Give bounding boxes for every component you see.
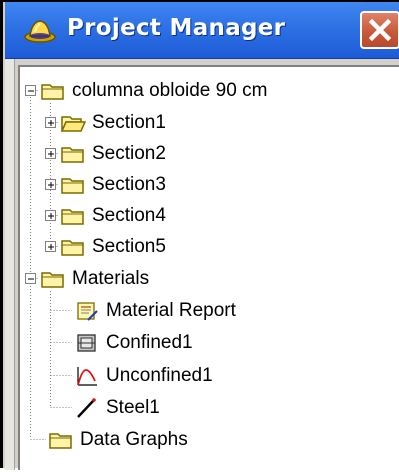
tree-node-label: Section5 <box>92 236 166 257</box>
folder-icon <box>60 236 86 258</box>
tree-node-label: Confined1 <box>106 332 193 353</box>
folder-icon <box>60 174 86 196</box>
open-folder-icon <box>60 112 86 134</box>
tree-node-confined1[interactable]: Confined1 <box>74 329 193 357</box>
window-frame-edge <box>5 59 15 470</box>
tree-node-label: columna obloide 90 cm <box>72 80 268 101</box>
tree-node-section5[interactable]: Section5 <box>60 233 166 261</box>
folder-icon <box>60 143 86 165</box>
title-bar[interactable]: Project Manager <box>5 2 399 59</box>
tree-node-materials[interactable]: Materials <box>40 265 149 293</box>
project-tree[interactable]: columna obloide 90 cm Section1 Section2 <box>18 65 399 470</box>
materials-collapse-toggle[interactable] <box>25 273 36 284</box>
close-icon <box>368 18 392 42</box>
tree-node-data-graphs[interactable]: Data Graphs <box>48 426 188 454</box>
tree-node-material-report[interactable]: Material Report <box>74 297 236 325</box>
tree-node-label: Material Report <box>106 300 236 321</box>
tree-node-section1[interactable]: Section1 <box>60 109 166 137</box>
folder-icon <box>40 80 66 102</box>
folder-icon <box>48 429 74 451</box>
section5-expand-toggle[interactable] <box>45 241 56 252</box>
report-icon <box>74 300 100 322</box>
tree-node-section2[interactable]: Section2 <box>60 140 166 168</box>
close-button[interactable] <box>360 11 399 49</box>
section4-expand-toggle[interactable] <box>45 210 56 221</box>
tree-node-label: Section3 <box>92 174 166 195</box>
section1-expand-toggle[interactable] <box>45 117 56 128</box>
tree-node-label: Steel1 <box>106 397 160 418</box>
tree-node-label: Section2 <box>92 143 166 164</box>
root-collapse-toggle[interactable] <box>25 85 36 96</box>
tree-node-label: Materials <box>72 268 150 289</box>
unconfined-curve-icon <box>74 365 100 387</box>
tree-node-steel1[interactable]: Steel1 <box>74 394 160 422</box>
tree-node-label: Section1 <box>92 112 166 133</box>
tree-node-root[interactable]: columna obloide 90 cm <box>40 77 267 105</box>
tree-node-label: Unconfined1 <box>106 365 213 386</box>
folder-icon <box>60 205 86 227</box>
tree-node-label: Data Graphs <box>80 429 188 450</box>
steel-line-icon <box>74 397 100 419</box>
window-title: Project Manager <box>67 15 286 41</box>
tree-node-label: Section4 <box>92 205 166 226</box>
section2-expand-toggle[interactable] <box>45 148 56 159</box>
tree-node-section4[interactable]: Section4 <box>60 202 166 230</box>
project-manager-window: Project Manager columna obloide 90 cm Se… <box>0 0 399 470</box>
folder-icon <box>40 268 66 290</box>
tree-node-unconfined1[interactable]: Unconfined1 <box>74 362 213 390</box>
confined-material-icon <box>74 332 100 354</box>
section3-expand-toggle[interactable] <box>45 179 56 190</box>
project-manager-icon <box>23 16 57 44</box>
tree-node-section3[interactable]: Section3 <box>60 171 166 199</box>
